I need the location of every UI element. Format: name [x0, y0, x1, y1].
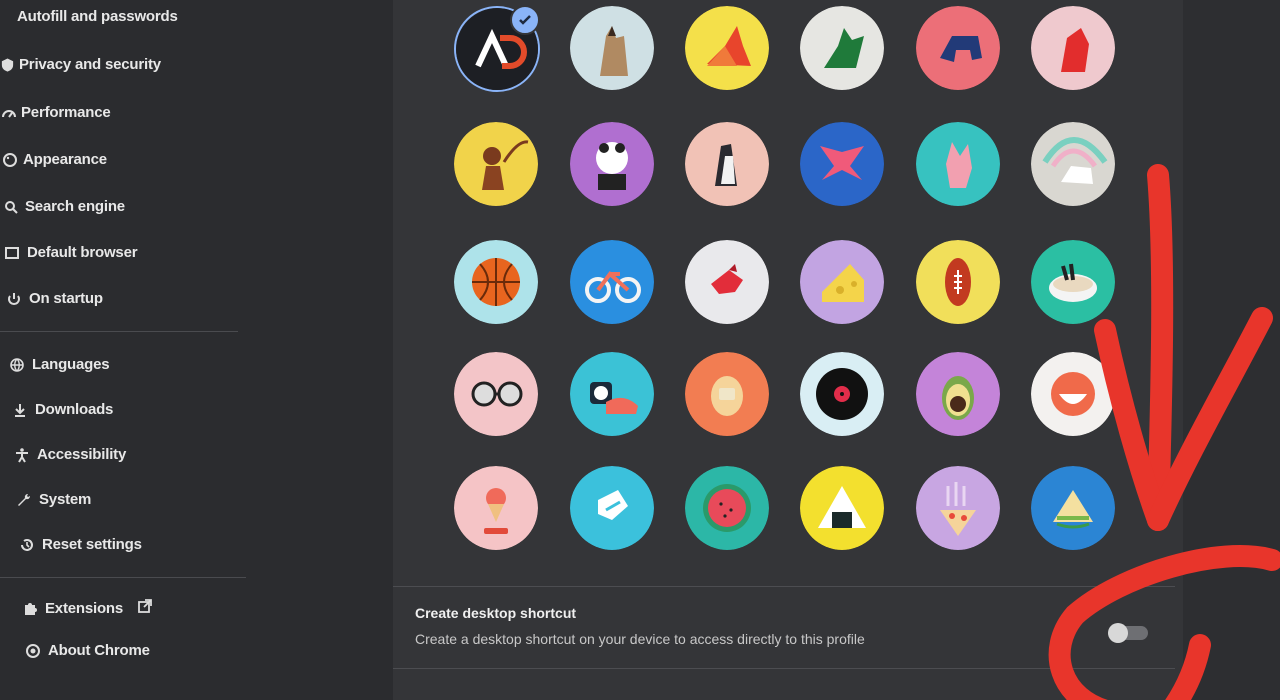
avatar-onigiri-block[interactable]: [570, 466, 654, 550]
sidebar-item-accessibility[interactable]: Accessibility: [11, 446, 126, 463]
sidebar-item-label: On startup: [29, 290, 103, 307]
sidebar-item-label: Autofill and passwords: [17, 8, 178, 25]
palette-icon: [0, 152, 19, 168]
section-divider-top: [393, 586, 1175, 587]
toggle-knob: [1108, 623, 1128, 643]
browser-icon: [1, 245, 23, 261]
wrench-icon: [13, 492, 35, 508]
avatar-tamagotchi[interactable]: [685, 352, 769, 436]
avatar-ramen[interactable]: [1031, 240, 1115, 324]
sidebar-item-default-browser[interactable]: Default browser: [1, 244, 138, 261]
avatar-pizza[interactable]: [916, 466, 1000, 550]
profile-customize-panel: [393, 0, 1183, 700]
avatar-elephant[interactable]: [916, 6, 1000, 90]
section-divider-bottom: [393, 668, 1175, 669]
avatar-monkey[interactable]: [454, 122, 538, 206]
sidebar-item-label: Search engine: [25, 198, 125, 215]
avatar-basketball[interactable]: [454, 240, 538, 324]
puzzle-icon: [19, 600, 41, 616]
sidebar-item-label: Privacy and security: [19, 56, 161, 73]
avatar-sandwich[interactable]: [1031, 466, 1115, 550]
avatar-bicycle[interactable]: [570, 240, 654, 324]
avatar-unicorn[interactable]: [1031, 122, 1115, 206]
sidebar-item-performance[interactable]: Performance: [0, 104, 111, 121]
avatar-cheese[interactable]: [800, 240, 884, 324]
sidebar-item-label: Languages: [32, 356, 110, 373]
avatar-cat[interactable]: [570, 6, 654, 90]
avatar-penguin[interactable]: [685, 122, 769, 206]
globe-icon: [6, 357, 28, 373]
sidebar-item-on-startup[interactable]: On startup: [3, 290, 103, 307]
avatar-ice-cream[interactable]: [454, 466, 538, 550]
sidebar-item-label: Appearance: [23, 151, 107, 168]
sidebar-item-label: Reset settings: [42, 536, 142, 553]
sidebar-item-search-engine[interactable]: Search engine: [0, 198, 125, 215]
avatar-smile[interactable]: [1031, 352, 1115, 436]
avatar-dragon[interactable]: [800, 6, 884, 90]
sidebar-item-about-chrome[interactable]: About Chrome: [22, 642, 150, 659]
avatar-rabbit[interactable]: [916, 122, 1000, 206]
sidebar-item-label: Default browser: [27, 244, 138, 261]
sidebar-item-extensions[interactable]: Extensions: [19, 598, 153, 618]
sidebar-item-label: Accessibility: [37, 446, 127, 463]
page-margin: [1183, 0, 1280, 700]
download-icon: [9, 402, 31, 418]
sidebar-item-appearance[interactable]: Appearance: [0, 151, 107, 168]
external-link-icon: [137, 598, 153, 618]
sidebar-item-privacy-and-security[interactable]: Privacy and security: [0, 56, 161, 73]
sidebar-item-system[interactable]: System: [13, 491, 91, 508]
avatar-fox[interactable]: [685, 6, 769, 90]
avatar-sushi[interactable]: [570, 352, 654, 436]
sidebar-item-languages[interactable]: Languages: [6, 356, 110, 373]
accessibility-icon: [11, 447, 33, 463]
avatar-bird[interactable]: [685, 240, 769, 324]
sidebar-item-label: System: [39, 491, 92, 508]
avatar-watermelon[interactable]: [685, 466, 769, 550]
avatar-panda[interactable]: [570, 122, 654, 206]
search-icon: [0, 199, 21, 215]
sidebar-divider: [0, 577, 246, 578]
shield-icon: [0, 57, 15, 73]
selected-check-icon: [510, 5, 540, 35]
sidebar-item-label: Extensions: [45, 599, 124, 617]
sidebar-item-reset-settings[interactable]: Reset settings: [16, 536, 142, 553]
sidebar-item-label: About Chrome: [48, 642, 150, 659]
chrome-icon: [22, 643, 44, 659]
avatar-sunglasses[interactable]: [454, 352, 538, 436]
sidebar-item-downloads[interactable]: Downloads: [9, 401, 113, 418]
sidebar-item-autofill-and-passwords[interactable]: Autofill and passwords: [0, 8, 178, 25]
speedometer-icon: [0, 105, 17, 121]
sidebar-item-label: Performance: [21, 104, 111, 121]
avatar-butterfly[interactable]: [800, 122, 884, 206]
power-icon: [3, 291, 25, 307]
shortcut-description: Create a desktop shortcut on your device…: [415, 631, 865, 647]
key-icon: [0, 9, 13, 25]
avatar-football[interactable]: [916, 240, 1000, 324]
shortcut-title: Create desktop shortcut: [415, 605, 577, 621]
avatar-onigiri[interactable]: [800, 466, 884, 550]
desktop-shortcut-toggle[interactable]: [1108, 623, 1148, 643]
sidebar-divider: [0, 331, 238, 332]
sidebar-item-label: Downloads: [35, 401, 114, 418]
avatar-vinyl[interactable]: [800, 352, 884, 436]
avatar-origami-fox[interactable]: [1031, 6, 1115, 90]
settings-sidebar: Autofill and passwords Privacy and securi…: [0, 0, 390, 700]
history-icon: [16, 537, 38, 553]
avatar-avocado[interactable]: [916, 352, 1000, 436]
